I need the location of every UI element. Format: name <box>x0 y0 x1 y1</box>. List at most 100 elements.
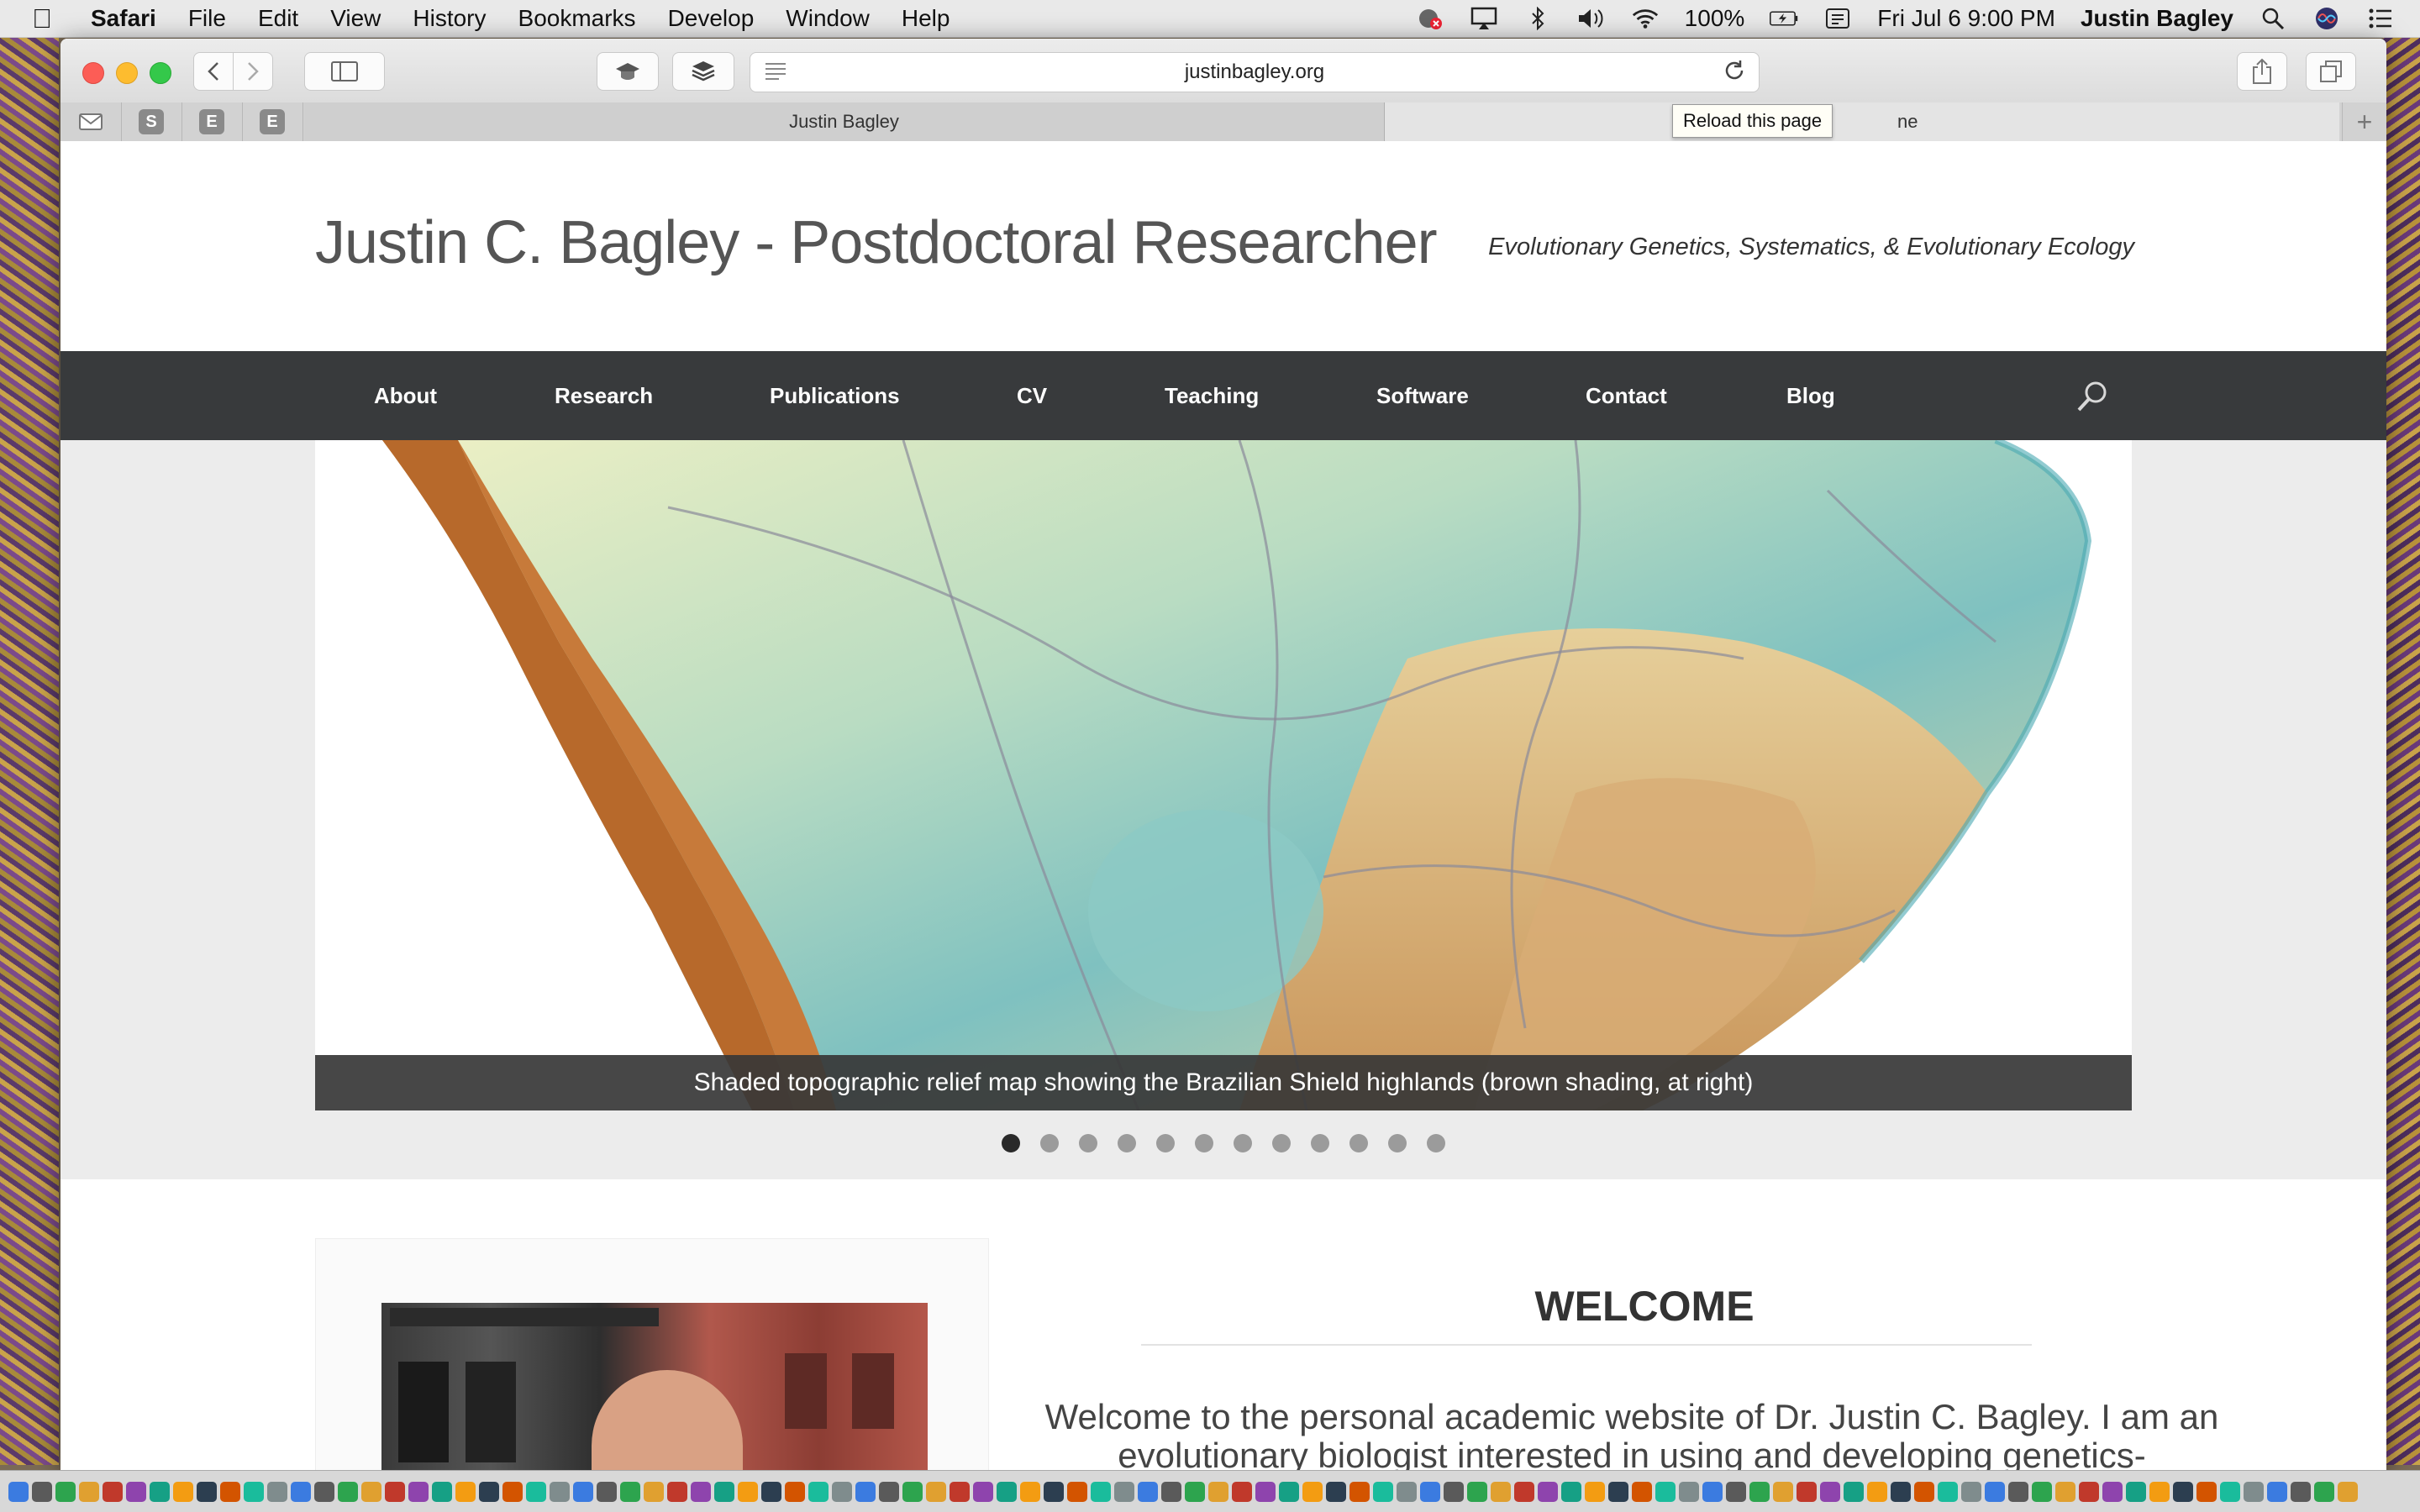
slider-dot-4[interactable] <box>1118 1134 1136 1152</box>
notification-center-icon[interactable] <box>2366 6 2395 31</box>
keyboard-input-icon[interactable] <box>1823 6 1852 31</box>
dock-app-icon[interactable] <box>267 1481 287 1502</box>
dock-app-icon[interactable] <box>573 1481 593 1502</box>
minimize-window-button[interactable] <box>116 62 138 84</box>
reload-icon[interactable] <box>1722 58 1747 90</box>
battery-charging-icon[interactable] <box>1770 6 1798 31</box>
menu-bookmarks[interactable]: Bookmarks <box>518 5 636 32</box>
nav-teaching[interactable]: Teaching <box>1165 351 1259 440</box>
close-window-button[interactable] <box>82 62 104 84</box>
slider-dot-12[interactable] <box>1427 1134 1445 1152</box>
dock-app-icon[interactable] <box>973 1481 993 1502</box>
dock-app-icon[interactable] <box>502 1481 523 1502</box>
dock-app-icon[interactable] <box>1491 1481 1511 1502</box>
dock-app-icon[interactable] <box>2314 1481 2334 1502</box>
dock-app-icon[interactable] <box>1844 1481 1864 1502</box>
dock-app-icon[interactable] <box>620 1481 640 1502</box>
site-title[interactable]: Justin C. Bagley - Postdoctoral Research… <box>315 208 1438 277</box>
back-button[interactable] <box>193 52 234 91</box>
dock-app-icon[interactable] <box>2244 1481 2264 1502</box>
dock-app-icon[interactable] <box>220 1481 240 1502</box>
layers-extension-button[interactable] <box>672 52 734 91</box>
dock-app-icon[interactable] <box>455 1481 476 1502</box>
dock-app-icon[interactable] <box>2008 1481 2028 1502</box>
bluetooth-icon[interactable] <box>1523 6 1552 31</box>
slider-dot-3[interactable] <box>1079 1134 1097 1152</box>
dock-app-icon[interactable] <box>1067 1481 1087 1502</box>
dock-app-icon[interactable] <box>1279 1481 1299 1502</box>
slider-dot-7[interactable] <box>1234 1134 1252 1152</box>
new-tab-button[interactable]: + <box>2342 102 2386 141</box>
extension-button[interactable] <box>597 52 659 91</box>
dock-app-icon[interactable] <box>32 1481 52 1502</box>
dock-app-icon[interactable] <box>150 1481 170 1502</box>
dock-app-icon[interactable] <box>1467 1481 1487 1502</box>
address-bar[interactable]: justinbagley.org <box>750 52 1760 92</box>
dock-app-icon[interactable] <box>902 1481 923 1502</box>
dock-app-icon[interactable] <box>1444 1481 1464 1502</box>
dock-app-icon[interactable] <box>2196 1481 2217 1502</box>
slide-topographic-map[interactable]: Shaded topographic relief map showing th… <box>315 440 2132 1110</box>
slider-dot-1[interactable] <box>1002 1134 1020 1152</box>
app-menu[interactable]: Safari <box>91 5 156 32</box>
slider-dot-6[interactable] <box>1195 1134 1213 1152</box>
dock-app-icon[interactable] <box>997 1481 1017 1502</box>
dock-app-icon[interactable] <box>2126 1481 2146 1502</box>
nav-contact[interactable]: Contact <box>1586 351 1667 440</box>
pinned-tab-3[interactable]: E <box>242 102 303 141</box>
dock-app-icon[interactable] <box>1867 1481 1887 1502</box>
dock-app-icon[interactable] <box>1538 1481 1558 1502</box>
dock-app-icon[interactable] <box>126 1481 146 1502</box>
dock-app-icon[interactable] <box>832 1481 852 1502</box>
forward-button[interactable] <box>233 52 273 91</box>
dock-app-icon[interactable] <box>2149 1481 2170 1502</box>
dock-app-icon[interactable] <box>1891 1481 1911 1502</box>
menu-history[interactable]: History <box>413 5 486 32</box>
dock-app-icon[interactable] <box>738 1481 758 1502</box>
nav-about[interactable]: About <box>374 351 437 440</box>
dock-app-icon[interactable] <box>1514 1481 1534 1502</box>
dock-app-icon[interactable] <box>314 1481 334 1502</box>
dock-app-icon[interactable] <box>1091 1481 1111 1502</box>
dock-app-icon[interactable] <box>1726 1481 1746 1502</box>
dock-app-icon[interactable] <box>1326 1481 1346 1502</box>
slider-dot-9[interactable] <box>1311 1134 1329 1152</box>
slider-dot-5[interactable] <box>1156 1134 1175 1152</box>
dock-app-icon[interactable] <box>1138 1481 1158 1502</box>
slider-dot-8[interactable] <box>1272 1134 1291 1152</box>
dock-app-icon[interactable] <box>1232 1481 1252 1502</box>
dock-app-icon[interactable] <box>173 1481 193 1502</box>
dock-app-icon[interactable] <box>761 1481 781 1502</box>
dock-app-icon[interactable] <box>691 1481 711 1502</box>
dock-app-icon[interactable] <box>2079 1481 2099 1502</box>
dock-app-icon[interactable] <box>1985 1481 2005 1502</box>
dock-app-icon[interactable] <box>1185 1481 1205 1502</box>
menu-help[interactable]: Help <box>902 5 950 32</box>
dock-app-icon[interactable] <box>1679 1481 1699 1502</box>
dock-app-icon[interactable] <box>855 1481 876 1502</box>
dock-app-icon[interactable] <box>1561 1481 1581 1502</box>
dock-app-icon[interactable] <box>1797 1481 1817 1502</box>
tab-other[interactable]: ne <box>1385 102 2339 141</box>
dock-app-icon[interactable] <box>2055 1481 2075 1502</box>
dock-app-icon[interactable] <box>1773 1481 1793 1502</box>
dock-app-icon[interactable] <box>8 1481 29 1502</box>
dock-app-icon[interactable] <box>103 1481 123 1502</box>
dock-app-icon[interactable] <box>1420 1481 1440 1502</box>
dock-app-icon[interactable] <box>2173 1481 2193 1502</box>
siri-icon[interactable] <box>2312 6 2341 31</box>
dock-app-icon[interactable] <box>1632 1481 1652 1502</box>
share-button[interactable] <box>2237 52 2287 91</box>
dock-app-icon[interactable] <box>1302 1481 1323 1502</box>
dock-app-icon[interactable] <box>1585 1481 1605 1502</box>
dock-app-icon[interactable] <box>361 1481 381 1502</box>
nav-blog[interactable]: Blog <box>1786 351 1835 440</box>
dock-app-icon[interactable] <box>479 1481 499 1502</box>
dock-app-icon[interactable] <box>1749 1481 1770 1502</box>
dock-app-icon[interactable] <box>597 1481 617 1502</box>
dock-app-icon[interactable] <box>385 1481 405 1502</box>
pinned-tab-2[interactable]: E <box>182 102 243 141</box>
menu-edit[interactable]: Edit <box>258 5 298 32</box>
dock-app-icon[interactable] <box>1961 1481 1981 1502</box>
tab-overview-button[interactable] <box>2306 52 2356 91</box>
